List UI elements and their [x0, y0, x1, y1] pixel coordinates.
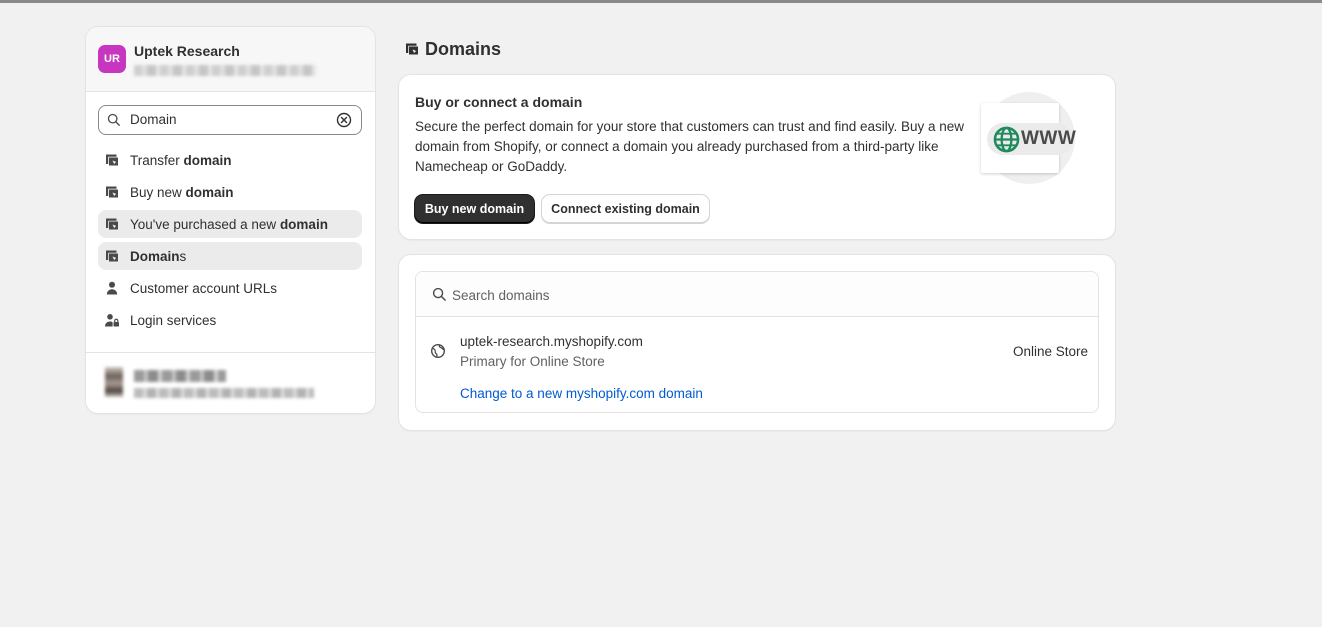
result-domains[interactable]: Domains — [98, 242, 362, 270]
user-avatar — [105, 367, 123, 397]
domains-icon — [106, 218, 118, 230]
result-purchased-new-domain[interactable]: You've purchased a new domain — [98, 210, 362, 238]
domains-icon — [106, 250, 118, 262]
search-results: Transfer domain Buy new domain You've pu… — [98, 146, 362, 338]
result-login-services[interactable]: Login services — [98, 306, 362, 334]
connect-existing-domain-button[interactable]: Connect existing domain — [542, 195, 709, 223]
www-illustration: WWW — [979, 92, 1077, 188]
user-email-redacted — [134, 388, 314, 398]
user-account[interactable] — [86, 352, 375, 413]
search-icon — [107, 113, 120, 126]
card-description: Secure the perfect domain for your store… — [415, 119, 965, 174]
page-title: Domains — [425, 38, 502, 59]
search-icon — [432, 287, 446, 301]
change-myshopify-domain-link[interactable]: Change to a new myshopify.com domain — [460, 386, 703, 401]
result-customer-account-urls[interactable]: Customer account URLs — [98, 274, 362, 302]
result-label: Transfer domain — [130, 153, 232, 168]
result-label: You've purchased a new domain — [130, 217, 328, 232]
card-heading: Buy or connect a domain — [415, 94, 583, 110]
www-text: WWW — [1021, 128, 1077, 149]
result-label: Customer account URLs — [130, 281, 278, 296]
store-avatar: UR — [98, 45, 126, 73]
result-label: Buy new domain — [130, 185, 234, 200]
search-panel: UR Uptek Research Domain Transfer domain — [86, 27, 375, 413]
domains-icon — [106, 186, 118, 198]
domain-row: uptek-research.myshopify.com Primary for… — [416, 318, 1098, 412]
buy-new-domain-button[interactable]: Buy new domain — [415, 195, 534, 223]
search-domains-bar[interactable] — [416, 272, 1098, 317]
result-label: Domains — [130, 249, 187, 264]
person-lock-icon — [105, 314, 119, 327]
domain-primary-status: Primary for Online Store — [460, 354, 605, 369]
clear-search-icon[interactable] — [336, 112, 352, 128]
store-header[interactable]: UR Uptek Research — [86, 27, 375, 92]
domains-list-card: uptek-research.myshopify.com Primary for… — [399, 255, 1115, 430]
domains-icon — [406, 43, 418, 55]
person-icon — [106, 281, 118, 295]
domains-icon — [106, 154, 118, 166]
globe-icon — [993, 126, 1020, 153]
result-label: Login services — [130, 313, 217, 328]
result-transfer-domain[interactable]: Transfer domain — [98, 146, 362, 174]
globe-icon — [430, 343, 446, 359]
search-value: Domain — [130, 112, 177, 127]
store-name: Uptek Research — [134, 43, 240, 59]
page-header: Domains — [404, 38, 501, 60]
result-buy-new-domain[interactable]: Buy new domain — [98, 178, 362, 206]
buy-connect-card: Buy or connect a domain Secure the perfe… — [399, 75, 1115, 239]
domain-name: uptek-research.myshopify.com — [460, 334, 643, 349]
domain-channel: Online Store — [1012, 344, 1088, 359]
search-input[interactable]: Domain — [98, 105, 362, 135]
search-domains-input[interactable] — [452, 284, 1052, 306]
user-name-redacted — [134, 370, 226, 382]
store-email-redacted — [134, 65, 316, 76]
top-border — [0, 0, 1322, 3]
domains-table: uptek-research.myshopify.com Primary for… — [415, 271, 1099, 413]
